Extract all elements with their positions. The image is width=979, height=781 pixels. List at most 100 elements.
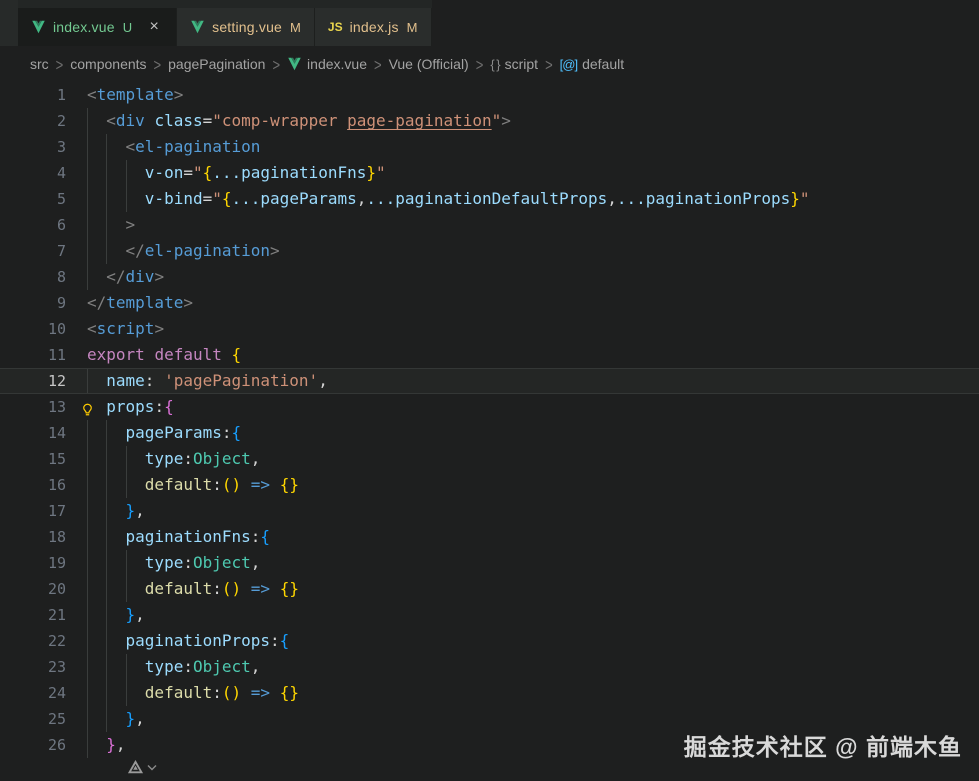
line-number: 26 [0,732,70,758]
code-line[interactable]: 4v-on="{...paginationFns}" [0,160,979,186]
code-line[interactable]: 15type:Object, [0,446,979,472]
code-line[interactable]: 11export default { [0,342,979,368]
tab-bar-empty-space [432,0,979,46]
code-token: export [87,345,145,364]
code-token: , [318,371,328,390]
indent-guide [126,576,145,602]
indent-guide [87,732,106,758]
code-line[interactable]: 13props:{ [0,394,979,420]
lightbulb-icon[interactable] [80,399,95,414]
code-line[interactable]: 2<div class="comp-wrapper page-paginatio… [0,108,979,134]
code-line[interactable]: 26}, [0,732,979,758]
code-line[interactable]: 17}, [0,498,979,524]
line-number: 9 [0,290,70,316]
line-number: 20 [0,576,70,602]
code-line[interactable]: 18paginationFns:{ [0,524,979,550]
chevron-down-icon[interactable] [147,764,157,771]
indent-guide [106,602,125,628]
code-line[interactable]: 20default:() => {} [0,576,979,602]
indent-guide [87,602,106,628]
tab-index.js[interactable]: JSindex.jsM [315,8,432,46]
breadcrumb-item-default[interactable]: [@]default [560,56,624,72]
code-line[interactable]: 3<el-pagination [0,134,979,160]
line-number: 18 [0,524,70,550]
code-line[interactable]: 8</div> [0,264,979,290]
code-line[interactable]: 16default:() => {} [0,472,979,498]
code-token: = [203,189,213,208]
code-line-content: <template> [70,82,979,108]
breadcrumb-item-index-vue[interactable]: index.vue [287,56,367,72]
ai-assistant-icon[interactable] [128,760,143,774]
code-token: () [222,579,241,598]
code-token: type [145,553,184,572]
code-line[interactable]: 10<script> [0,316,979,342]
code-token: ...paginationDefaultProps [366,189,607,208]
code-token: } [366,163,376,182]
code-token: > [270,241,280,260]
tab-index.vue[interactable]: index.vueU× [18,8,177,46]
code-line[interactable]: 9</template> [0,290,979,316]
breadcrumb-item-pagepagination[interactable]: pagePagination [168,56,265,72]
indent-guide [87,212,106,238]
code-line[interactable]: 22paginationProps:{ [0,628,979,654]
code-line-content: </div> [70,264,979,290]
indent-guide [126,550,145,576]
code-token: , [251,553,261,572]
breadcrumb-item-components[interactable]: components [70,56,146,72]
code-token [270,579,280,598]
code-line-content: default:() => {} [70,680,979,706]
breadcrumb-item-script[interactable]: { }script [490,56,538,72]
indent-guide [106,524,125,550]
indent-guide [106,238,125,264]
tab-bar-left-spacer [0,0,18,46]
code-token: { [260,527,270,546]
code-line[interactable]: 12name: 'pagePagination', [0,368,979,394]
code-line[interactable]: 14pageParams:{ [0,420,979,446]
indent-guide [106,680,125,706]
code-line[interactable]: 19type:Object, [0,550,979,576]
code-token: { [280,631,290,650]
code-line[interactable]: 1<template> [0,82,979,108]
vscode-editor-window: { "tabs": { "items": [ {"label":"index.v… [0,0,979,781]
code-line[interactable]: 5v-bind="{...pageParams,...paginationDef… [0,186,979,212]
code-token: > [501,111,511,130]
tab-setting.vue[interactable]: setting.vueM [177,8,315,46]
indent-guide [106,472,125,498]
code-line-content: type:Object, [70,446,979,472]
close-icon[interactable]: × [145,19,163,35]
code-token: : [154,397,164,416]
breadcrumb-item-src[interactable]: src [30,56,49,72]
indent-guide [87,550,106,576]
indent-guide [106,550,125,576]
line-number: 16 [0,472,70,498]
code-token: : [222,423,232,442]
code-line[interactable]: 25}, [0,706,979,732]
code-token: page-pagination [347,111,492,130]
indent-guide [87,108,106,134]
vue-logo-icon [31,20,46,34]
code-token: {} [280,475,299,494]
code-token: : [145,371,164,390]
code-line-content: }, [70,706,979,732]
code-line[interactable]: 23type:Object, [0,654,979,680]
code-token: div [126,267,155,286]
code-line[interactable]: 7</el-pagination> [0,238,979,264]
code-token [241,475,251,494]
breadcrumb-item-vue-official-[interactable]: Vue (Official) [389,56,469,72]
code-token: : [212,683,222,702]
code-token: : [212,579,222,598]
code-token: {} [280,683,299,702]
code-line-content: <el-pagination [70,134,979,160]
line-number: 4 [0,160,70,186]
code-token [241,579,251,598]
code-line-content: }, [70,498,979,524]
indent-guide [87,576,106,602]
code-token: > [183,293,193,312]
code-token: class [154,111,202,130]
code-line[interactable]: 21}, [0,602,979,628]
editor-extra-row [0,758,979,781]
code-token: : [212,475,222,494]
code-line[interactable]: 24default:() => {} [0,680,979,706]
code-editor[interactable]: 1<template>2<div class="comp-wrapper pag… [0,82,979,758]
code-line[interactable]: 6> [0,212,979,238]
